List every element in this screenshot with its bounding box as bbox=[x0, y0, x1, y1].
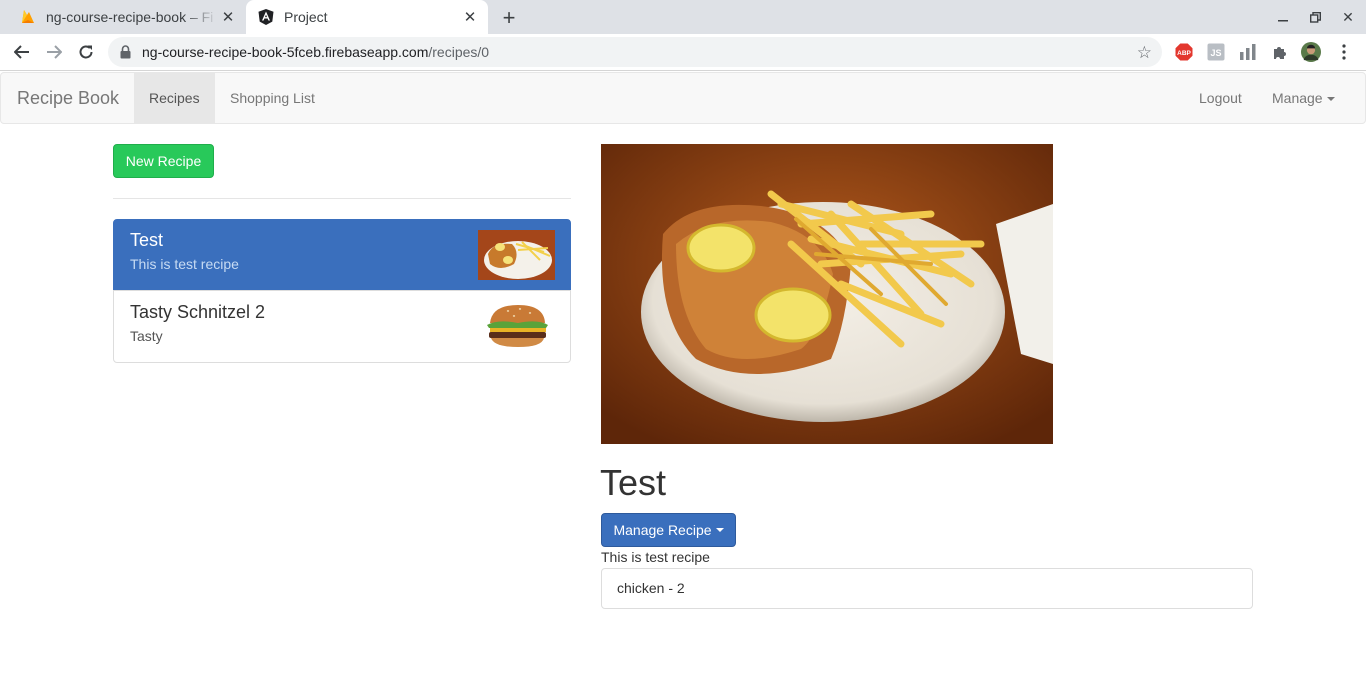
ingredient-item: chicken - 2 bbox=[601, 568, 1253, 609]
close-tab-icon[interactable]: ✕ bbox=[460, 7, 480, 27]
chevron-down-icon bbox=[1326, 97, 1335, 102]
tab-title: Project bbox=[284, 9, 328, 25]
browser-tab-firebase[interactable]: ng-course-recipe-book – Fi ✕ bbox=[8, 0, 246, 34]
profile-avatar[interactable] bbox=[1301, 42, 1321, 62]
nav-manage-dropdown[interactable]: Manage bbox=[1257, 73, 1350, 123]
close-window-icon[interactable]: ✕ bbox=[1338, 7, 1358, 27]
chevron-down-icon bbox=[715, 528, 724, 532]
browser-toolbar: ng-course-recipe-book-5fceb.firebaseapp.… bbox=[0, 34, 1366, 71]
app-navbar: Recipe Book Recipes Shopping List Logout… bbox=[0, 72, 1366, 124]
forward-icon[interactable] bbox=[42, 40, 66, 64]
bookmark-star-icon[interactable]: ☆ bbox=[1137, 43, 1152, 63]
svg-text:JS: JS bbox=[1210, 48, 1221, 58]
brand-link[interactable]: Recipe Book bbox=[17, 88, 119, 109]
nav-recipes[interactable]: Recipes bbox=[134, 73, 215, 123]
manage-recipe-dropdown[interactable]: Manage Recipe bbox=[601, 513, 736, 547]
recipe-item-name: Tasty Schnitzel 2 bbox=[130, 302, 266, 322]
manage-recipe-label: Manage Recipe bbox=[613, 522, 712, 538]
recipe-description: This is test recipe bbox=[601, 549, 710, 565]
angular-icon bbox=[258, 9, 274, 25]
back-icon[interactable] bbox=[10, 40, 34, 64]
firebase-icon bbox=[20, 9, 36, 25]
reload-icon[interactable] bbox=[74, 40, 98, 64]
new-tab-icon[interactable]: + bbox=[498, 5, 520, 30]
url-path: /recipes/0 bbox=[428, 44, 490, 60]
recipe-thumbnail bbox=[478, 230, 555, 280]
tab-title: ng-course-recipe-book – Fi bbox=[46, 9, 214, 25]
recipe-image bbox=[601, 144, 1053, 444]
browser-tab-bar: ng-course-recipe-book – Fi ✕ Project ✕ +… bbox=[0, 0, 1366, 34]
minimize-icon[interactable] bbox=[1273, 7, 1293, 27]
restore-icon[interactable] bbox=[1305, 7, 1325, 27]
new-recipe-button[interactable]: New Recipe bbox=[113, 144, 214, 178]
close-tab-icon[interactable]: ✕ bbox=[218, 7, 238, 27]
js-extension-icon[interactable]: JS bbox=[1206, 42, 1226, 62]
browser-menu-icon[interactable] bbox=[1334, 42, 1354, 62]
extensions-puzzle-icon[interactable] bbox=[1270, 42, 1290, 62]
browser-tab-project[interactable]: Project ✕ bbox=[246, 0, 488, 34]
url-text: ng-course-recipe-book-5fceb.firebaseapp.… bbox=[142, 44, 489, 60]
nav-logout[interactable]: Logout bbox=[1184, 73, 1257, 123]
analytics-extension-icon[interactable] bbox=[1238, 42, 1258, 62]
divider bbox=[113, 198, 571, 199]
nav-shopping-list[interactable]: Shopping List bbox=[215, 73, 330, 123]
recipe-thumbnail bbox=[478, 301, 555, 351]
recipe-title: Test bbox=[600, 462, 667, 503]
adblock-icon[interactable]: ABP bbox=[1174, 42, 1194, 62]
lock-icon bbox=[120, 45, 132, 59]
recipe-list-item[interactable]: Tasty Schnitzel 2 Tasty bbox=[113, 290, 571, 363]
recipe-list-item[interactable]: Test This is test recipe bbox=[113, 219, 571, 291]
address-bar[interactable]: ng-course-recipe-book-5fceb.firebaseapp.… bbox=[108, 37, 1162, 67]
recipe-item-description: This is test recipe bbox=[130, 256, 239, 272]
recipe-item-description: Tasty bbox=[130, 328, 163, 344]
recipe-item-name: Test bbox=[130, 230, 164, 250]
svg-text:ABP: ABP bbox=[1177, 50, 1191, 57]
manage-label: Manage bbox=[1272, 90, 1323, 106]
url-host: ng-course-recipe-book-5fceb.firebaseapp.… bbox=[142, 44, 429, 60]
